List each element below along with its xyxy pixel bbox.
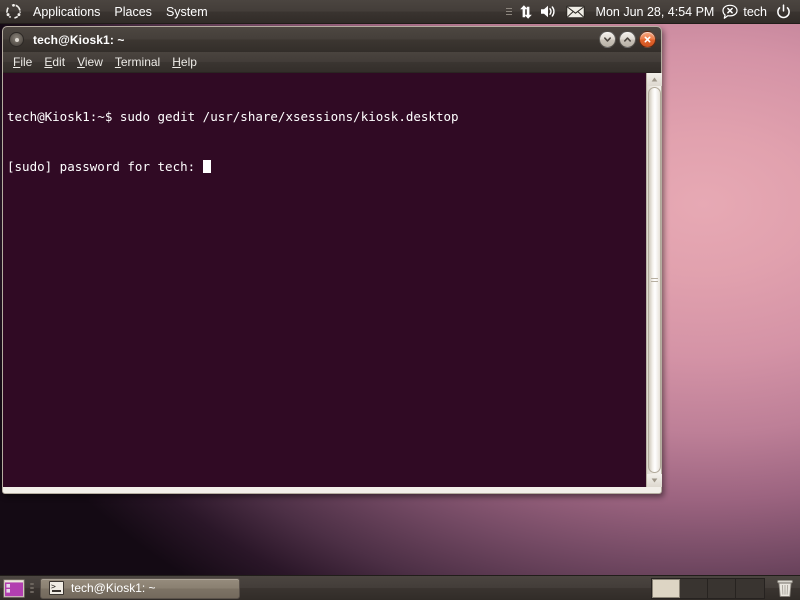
bottom-panel-right: [651, 577, 800, 600]
network-up-down-icon[interactable]: [515, 0, 537, 24]
menu-terminal-label: erminal: [120, 54, 161, 69]
terminal-window[interactable]: tech@Kiosk1: ~ File Edit View Terminal H…: [2, 26, 662, 494]
scrollbar-trough[interactable]: [647, 86, 662, 474]
envelope-icon[interactable]: [560, 0, 591, 24]
minimize-icon[interactable]: [599, 31, 616, 48]
menu-view-mnemonic: V: [77, 54, 85, 69]
panel-grip-handle[interactable]: [27, 577, 37, 600]
menu-view-label: iew: [84, 54, 103, 69]
taskbar-window-label: tech@Kiosk1: ~: [71, 581, 156, 595]
menu-file[interactable]: File: [7, 52, 38, 73]
volume-speaker-icon[interactable]: [537, 0, 560, 24]
workspace-3[interactable]: [708, 578, 736, 598]
power-button-icon[interactable]: [770, 0, 796, 24]
workspace-2[interactable]: [680, 578, 708, 598]
menu-places[interactable]: Places: [107, 0, 159, 24]
scroll-up-arrow-icon[interactable]: [646, 73, 662, 86]
bottom-panel: >_ tech@Kiosk1: ~: [0, 575, 800, 600]
terminal-screen[interactable]: tech@Kiosk1:~$ sudo gedit /usr/share/xse…: [3, 73, 646, 487]
titlebar[interactable]: tech@Kiosk1: ~: [3, 27, 661, 52]
trash-can-icon[interactable]: [773, 577, 797, 600]
scroll-down-arrow-icon[interactable]: [646, 474, 662, 487]
user-name-label[interactable]: tech: [741, 5, 770, 19]
menu-help-mnemonic: H: [172, 54, 181, 69]
ubuntu-logo-icon[interactable]: [0, 0, 26, 24]
window-bottom-edge: [3, 487, 661, 493]
scrollbar-thumb[interactable]: [647, 87, 661, 473]
terminal-scrollbar[interactable]: [646, 73, 662, 487]
clock[interactable]: Mon Jun 28, 4:54 PM: [591, 5, 720, 19]
close-icon[interactable]: [639, 31, 656, 48]
indicator-handle-icon: [503, 0, 515, 24]
terminal-line-password-prompt: [sudo] password for tech:: [7, 159, 642, 176]
menu-applications[interactable]: Applications: [26, 0, 107, 24]
show-desktop-icon[interactable]: [1, 577, 27, 600]
terminal-line-command: tech@Kiosk1:~$ sudo gedit /usr/share/xse…: [7, 109, 459, 124]
workspace-1[interactable]: [652, 578, 680, 598]
menu-view[interactable]: View: [71, 52, 109, 73]
user-status-offline-icon[interactable]: [719, 0, 741, 24]
workspace-switcher[interactable]: [651, 577, 765, 599]
menu-terminal[interactable]: Terminal: [109, 52, 166, 73]
workspace-4[interactable]: [736, 578, 764, 598]
password-prompt-text: [sudo] password for tech:: [7, 158, 203, 174]
window-title: tech@Kiosk1: ~: [33, 32, 125, 47]
terminal-body: tech@Kiosk1:~$ sudo gedit /usr/share/xse…: [3, 73, 662, 487]
menubar: File Edit View Terminal Help: [3, 52, 661, 73]
menu-file-label: ile: [20, 54, 33, 69]
menu-system[interactable]: System: [159, 0, 215, 24]
terminal-icon: >_: [49, 581, 64, 595]
taskbar-window-button[interactable]: >_ tech@Kiosk1: ~: [40, 577, 240, 599]
menu-edit[interactable]: Edit: [38, 52, 71, 73]
scrollbar-grip: [650, 276, 658, 284]
block-cursor: [202, 159, 211, 173]
top-panel: Applications Places System Mon Jun 28, 4…: [0, 0, 800, 24]
window-menu-icon[interactable]: [9, 32, 24, 47]
window-controls: [599, 31, 658, 48]
menu-help[interactable]: Help: [166, 52, 203, 73]
menu-help-label: elp: [180, 54, 197, 69]
maximize-icon[interactable]: [619, 31, 636, 48]
menu-edit-label: dit: [52, 54, 66, 69]
system-tray: Mon Jun 28, 4:54 PM tech: [503, 0, 800, 24]
